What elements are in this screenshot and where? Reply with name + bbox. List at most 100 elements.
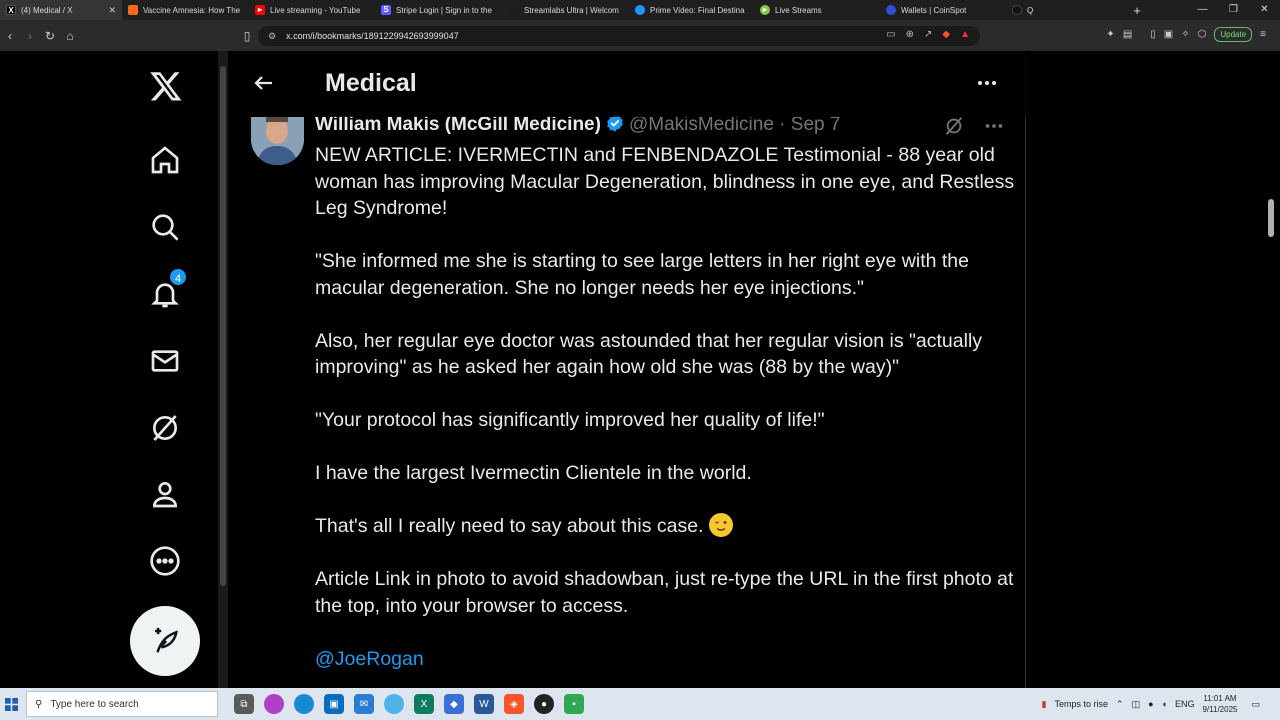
restore-icon[interactable]: ❐ <box>1218 0 1249 20</box>
timeline-header: Medical <box>230 51 1026 117</box>
rumble-icon: ▸ <box>760 5 770 15</box>
windows-start-icon[interactable] <box>0 688 22 720</box>
task-view-icon[interactable]: ⧉ <box>234 694 254 714</box>
handle-and-date[interactable]: @MakisMedicine · Sep 7 <box>629 114 840 135</box>
grok-explain-icon[interactable] <box>943 115 965 142</box>
update-button[interactable]: Update <box>1214 27 1253 42</box>
url-text[interactable]: x.com/i/bookmarks/1891229942693999047 <box>286 31 459 41</box>
home-icon[interactable]: ⌂ <box>60 29 80 43</box>
extensions-icon[interactable]: ✦ <box>1106 29 1114 40</box>
header-more-icon[interactable] <box>975 71 999 95</box>
tab-coinspot[interactable]: Wallets | CoinSpot <box>880 0 1006 20</box>
share-icon[interactable]: ↗ <box>924 29 932 40</box>
close-tab-icon[interactable]: ✕ <box>108 5 116 16</box>
messages-envelope-icon[interactable] <box>146 342 184 380</box>
forward-nav-icon[interactable]: › <box>20 29 40 43</box>
tab-prime-video[interactable]: Prime Video: Final Destina <box>629 0 754 20</box>
winking-face-emoji-icon <box>708 513 733 537</box>
prime-video-icon <box>635 5 645 15</box>
clock[interactable]: 11:01 AM 9/11/2025 <box>1202 693 1237 715</box>
outlook-icon[interactable]: ✉ <box>354 694 374 714</box>
tweet-paragraph: "Your protocol has significantly improve… <box>315 409 825 431</box>
tab-q[interactable]: Q <box>1006 0 1126 20</box>
coinspot-icon <box>886 5 896 15</box>
tweet-paragraph: I have the largest Ivermectin Clientele … <box>315 462 752 484</box>
streamlabs-icon <box>509 5 519 15</box>
notification-center-icon[interactable]: ▭ <box>1251 699 1260 710</box>
tab-live-streams[interactable]: ▸ Live Streams <box>754 0 880 20</box>
tab-title: Prime Video: Final Destina <box>650 5 745 15</box>
feather-plus-icon <box>155 627 178 653</box>
bookmarks-timeline: William Makis (McGill Medicine) @MakisMed… <box>230 51 1026 688</box>
tab-title: Wallets | CoinSpot <box>901 5 967 15</box>
more-options-icon[interactable] <box>146 542 184 580</box>
mention-link[interactable]: @JoeRogan <box>315 646 1015 673</box>
tab-youtube[interactable]: ▸ Live streaming - YouTube <box>249 0 375 20</box>
bookmark-icon[interactable]: ▯ <box>237 29 257 43</box>
tray-expand-icon[interactable]: ⌃ <box>1116 699 1124 710</box>
obs-icon[interactable]: ● <box>534 694 554 714</box>
cast-icon[interactable]: ▭ <box>886 29 895 40</box>
back-arrow-icon[interactable] <box>252 71 276 95</box>
home-nav-icon[interactable] <box>146 141 184 179</box>
brave-shield-icon[interactable]: ◆ <box>942 29 950 40</box>
taskbar-apps: ⧉ ▣ ✉ X ◆ W ◈ ● ▪ <box>234 694 584 714</box>
url-bar[interactable]: ⚙ x.com/i/bookmarks/1891229942693999047 … <box>258 26 980 46</box>
weather-icon: ▮ <box>1041 698 1047 709</box>
nav-scrollbar[interactable] <box>218 51 228 688</box>
edge-icon[interactable] <box>294 694 314 714</box>
copilot-icon[interactable] <box>264 694 284 714</box>
vpn-icon[interactable]: ⬡ <box>1198 29 1207 40</box>
clock-date: 9/11/2025 <box>1202 705 1238 714</box>
reader-icon[interactable]: ▤ <box>1123 29 1132 40</box>
vscode-icon[interactable]: ◆ <box>444 694 464 714</box>
tab-title: Stripe Login | Sign in to the <box>396 5 492 15</box>
search-icon: ⚲ <box>35 698 43 710</box>
brave-rewards-icon[interactable]: ▲ <box>960 29 970 40</box>
close-window-icon[interactable]: ✕ <box>1249 0 1280 20</box>
window-controls: — ❐ ✕ <box>1187 0 1280 20</box>
page-scrollbar[interactable] <box>1264 51 1280 688</box>
site-info-icon[interactable]: ⚙ <box>268 31 276 42</box>
tweet-paragraph: Article Link in photo to avoid shadowban… <box>315 568 1014 617</box>
brave-browser-icon[interactable]: ◈ <box>504 694 524 714</box>
notifications-bell-icon[interactable]: 4 <box>146 267 188 313</box>
tab-streamlabs[interactable]: Streamlabs Ultra | Welcom <box>503 0 629 20</box>
network-icon[interactable]: ◫ <box>1132 699 1141 710</box>
profile-icon[interactable] <box>146 475 184 513</box>
streamlabs-app-icon[interactable]: ▪ <box>564 694 584 714</box>
tweet-more-icon[interactable] <box>983 115 1005 142</box>
zoom-icon[interactable]: ⊕ <box>906 29 914 40</box>
microphone-icon[interactable]: ● <box>1148 699 1153 709</box>
generic-site-icon <box>1012 5 1022 15</box>
language-indicator[interactable]: ENG <box>1175 699 1195 709</box>
windows-taskbar: ⚲ Type here to search ⧉ ▣ ✉ X ◆ W ◈ ● ▪ … <box>0 688 1280 720</box>
tab-medical-x[interactable]: X (4) Medical / X ✕ <box>0 0 122 20</box>
minimize-icon[interactable]: — <box>1187 0 1218 20</box>
wallet-icon[interactable]: ▣ <box>1164 29 1173 40</box>
grok-icon[interactable] <box>146 409 184 447</box>
menu-icon[interactable]: ≡ <box>1260 29 1266 40</box>
tweet-paragraph: That's all I really need to say about th… <box>315 515 704 537</box>
tweet-tools <box>943 115 1005 142</box>
taskbar-search[interactable]: ⚲ Type here to search <box>26 691 218 717</box>
explore-search-icon[interactable] <box>146 208 184 246</box>
back-nav-icon[interactable]: ‹ <box>0 29 20 43</box>
reload-icon[interactable]: ↻ <box>40 29 60 43</box>
excel-icon[interactable]: X <box>414 694 434 714</box>
word-icon[interactable]: W <box>474 694 494 714</box>
new-tab-button[interactable]: + <box>1126 3 1148 18</box>
x-logo-icon: X <box>6 5 16 15</box>
volume-icon[interactable]: ◖ <box>1162 699 1167 709</box>
x-logo-icon[interactable] <box>146 66 186 106</box>
store-icon[interactable]: ▣ <box>324 694 344 714</box>
tab-vaccine-amnesia[interactable]: Vaccine Amnesia: How The <box>122 0 249 20</box>
weather-text[interactable]: Temps to rise <box>1055 699 1109 709</box>
tab-stripe[interactable]: S Stripe Login | Sign in to the <box>375 0 503 20</box>
leo-ai-icon[interactable]: ✧ <box>1181 29 1189 40</box>
settings-app-icon[interactable] <box>384 694 404 714</box>
sidebar-toggle-icon[interactable]: ▯ <box>1150 29 1156 40</box>
compose-post-button[interactable] <box>130 606 200 676</box>
author-avatar[interactable] <box>251 117 304 165</box>
author-name[interactable]: William Makis (McGill Medicine) <box>315 114 601 135</box>
